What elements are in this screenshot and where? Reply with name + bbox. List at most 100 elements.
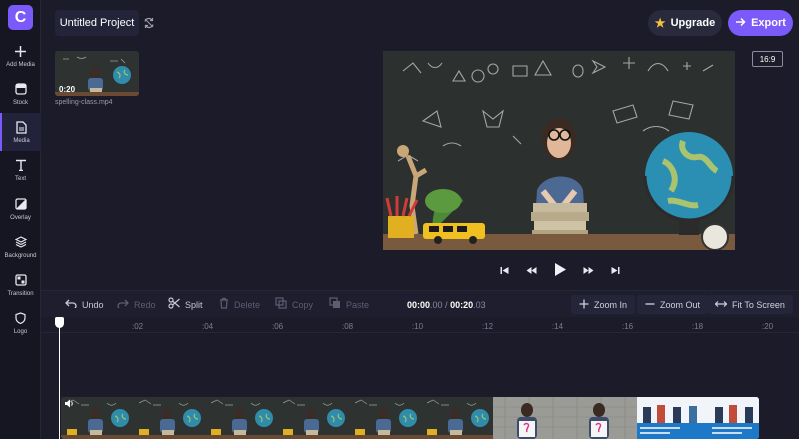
rewind-icon[interactable] [526, 266, 537, 277]
video-editor-app: C Add Media Stock Media Text Overlay Bac… [0, 0, 799, 439]
paste-icon [329, 297, 341, 312]
undo-button[interactable]: Undo [65, 296, 104, 313]
volume-icon[interactable] [64, 399, 74, 409]
preview-frame-image [383, 51, 735, 250]
logo-letter: C [14, 8, 27, 26]
sidebar-item-label: Stock [12, 100, 28, 106]
skip-to-start-icon[interactable] [500, 266, 509, 277]
zoom-out-label: Zoom Out [660, 299, 701, 310]
sidebar-item-label: Overlay [10, 215, 31, 221]
fit-icon [714, 299, 728, 311]
delete-label: Delete [234, 299, 261, 310]
delete-button[interactable]: Delete [219, 296, 260, 313]
transition-icon [14, 273, 28, 287]
aspect-ratio-label: 16:9 [759, 54, 776, 64]
ruler-label: :12 [482, 322, 494, 331]
app-logo[interactable]: C [8, 5, 33, 30]
current-time-fraction: .00 [430, 300, 443, 310]
sidebar-item-add-media[interactable]: Add Media [0, 44, 41, 80]
export-label: Export [751, 17, 786, 29]
media-thumbnail[interactable]: 0:20 [55, 51, 139, 96]
redo-icon [117, 299, 129, 311]
ruler-label: :14 [552, 322, 564, 331]
fast-forward-icon[interactable] [583, 266, 594, 277]
current-time: 00:00 [407, 300, 431, 310]
paste-button[interactable]: Paste [329, 296, 369, 313]
timeline-ruler[interactable]: :02 :04 :06 :08 :10 :12 :14 :16 :18 :20 [41, 317, 799, 333]
overlay-icon [14, 197, 28, 211]
undo-label: Undo [82, 299, 104, 310]
minus-icon [645, 299, 655, 311]
redo-button[interactable]: Redo [117, 296, 156, 313]
ruler-label: :16 [622, 322, 634, 331]
timecode-separator: / [442, 300, 451, 310]
document-icon [15, 120, 29, 134]
split-button[interactable]: Split [168, 296, 203, 313]
ruler-label: :06 [272, 322, 284, 331]
media-filename: spelling-class.mp4 [55, 99, 113, 106]
ruler-label: :04 [202, 322, 214, 331]
star-icon: ★ [654, 16, 666, 30]
timeline-toolbar: Undo Redo Split Delete Copy Paste 00:00.… [41, 290, 799, 317]
skip-to-end-icon[interactable] [611, 266, 620, 277]
play-icon[interactable] [554, 262, 567, 281]
sidebar-item-label: Text [14, 176, 26, 182]
scissors-icon [168, 297, 180, 312]
sidebar-item-label: Background [4, 253, 37, 259]
ruler-label: :20 [762, 322, 774, 331]
ruler-label: :02 [132, 322, 144, 331]
plus-icon [579, 299, 589, 311]
timecode: 00:00.00 / 00:20.03 [407, 300, 486, 310]
redo-label: Redo [134, 299, 156, 310]
aspect-ratio-button[interactable]: 16:9 [752, 51, 783, 67]
sidebar-item-media[interactable]: Media [0, 113, 41, 151]
sidebar: C Add Media Stock Media Text Overlay Bac… [0, 0, 41, 439]
ruler-label: :18 [692, 322, 704, 331]
playhead-line [59, 321, 60, 439]
export-button[interactable]: Export [728, 10, 793, 36]
sidebar-item-label: Logo [13, 329, 28, 335]
media-duration: 0:20 [59, 85, 76, 94]
shield-icon [14, 311, 28, 325]
sidebar-item-label: Add Media [6, 62, 35, 68]
fit-to-screen-button[interactable]: Fit To Screen [707, 295, 793, 314]
sidebar-item-logo[interactable]: Logo [0, 311, 41, 347]
sidebar-item-text[interactable]: Text [0, 158, 41, 194]
upgrade-label: Upgrade [670, 17, 716, 29]
total-time-fraction: .03 [473, 300, 486, 310]
clip-filmstrip [61, 397, 759, 439]
layers-icon [14, 235, 28, 249]
sidebar-item-overlay[interactable]: Overlay [0, 197, 41, 233]
timeline-track-area [41, 333, 799, 439]
ruler-label: :08 [342, 322, 354, 331]
video-preview[interactable] [383, 51, 735, 250]
total-time: 00:20 [450, 300, 474, 310]
project-title[interactable]: Untitled Project [55, 10, 139, 36]
playhead-handle[interactable] [55, 317, 64, 328]
sidebar-item-label: Transition [7, 291, 34, 297]
copy-label: Copy [292, 299, 314, 310]
plus-icon [14, 44, 28, 58]
video-clip[interactable] [61, 397, 759, 439]
sidebar-item-background[interactable]: Background [0, 235, 41, 271]
arrow-right-icon [735, 17, 746, 30]
fit-to-screen-label: Fit To Screen [732, 299, 785, 310]
split-label: Split [185, 299, 203, 310]
paste-label: Paste [346, 299, 370, 310]
sidebar-item-transition[interactable]: Transition [0, 273, 41, 309]
stock-icon [14, 82, 28, 96]
copy-button[interactable]: Copy [275, 296, 313, 313]
zoom-in-label: Zoom In [594, 299, 628, 310]
copy-icon [275, 297, 287, 312]
project-title-text: Untitled Project [59, 17, 135, 29]
zoom-in-button[interactable]: Zoom In [571, 295, 636, 314]
sidebar-item-label: Media [13, 138, 30, 144]
trash-icon [219, 297, 229, 312]
upgrade-button[interactable]: ★ Upgrade [648, 10, 722, 36]
text-icon [14, 158, 28, 172]
undo-icon [65, 299, 77, 311]
sync-icon[interactable] [143, 16, 155, 29]
zoom-out-button[interactable]: Zoom Out [637, 295, 709, 314]
playback-controls [500, 262, 620, 280]
ruler-label: :10 [412, 322, 424, 331]
